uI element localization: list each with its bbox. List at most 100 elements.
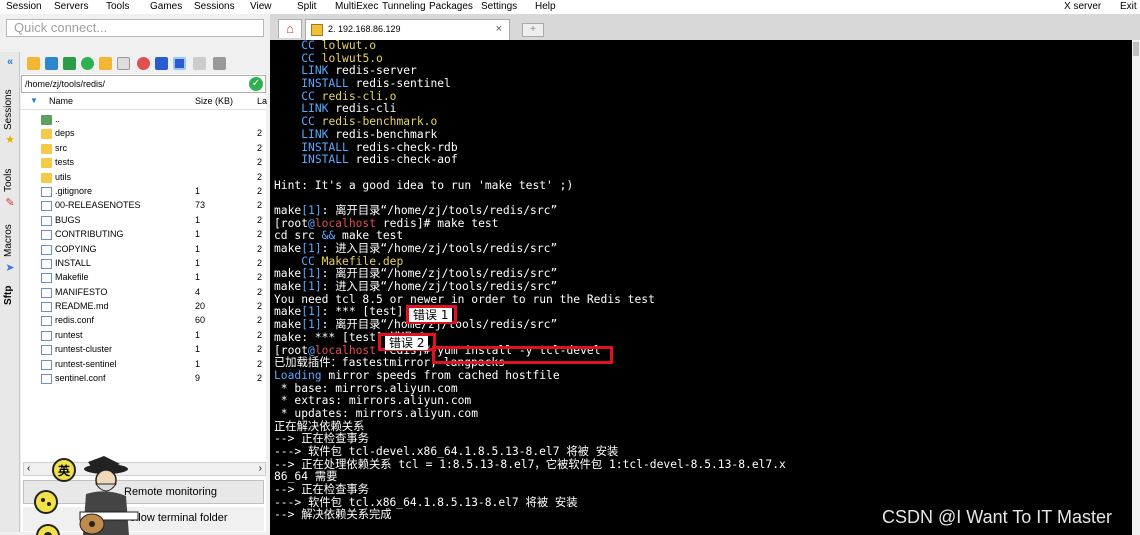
upload-icon[interactable] <box>63 57 76 70</box>
menu-games[interactable]: Games <box>150 1 182 12</box>
menu-sessions[interactable]: Sessions <box>194 1 235 12</box>
settings-icon[interactable] <box>213 57 226 70</box>
menu-servers[interactable]: Servers <box>54 1 88 12</box>
collapse-icon[interactable]: « <box>4 56 16 68</box>
menu-tunneling[interactable]: Tunneling <box>382 1 426 12</box>
file-name: MANIFESTO <box>55 286 108 297</box>
terminal-text: @ <box>308 343 315 357</box>
file-size: 1 <box>195 185 201 196</box>
file-name: redis.conf <box>55 315 95 326</box>
file-row[interactable]: Makefile 1 2 <box>21 271 266 285</box>
file-icon <box>41 359 52 370</box>
file-row[interactable]: .gitignore 1 2 <box>21 185 266 199</box>
terminal-scrollbar[interactable] <box>1132 40 1140 535</box>
check-icon[interactable]: ✓ <box>249 77 263 91</box>
file-row[interactable]: runtest-cluster 1 2 <box>21 343 266 357</box>
terminal-text: : 离开目录“/home/zj/tools/redis/src” <box>321 203 558 217</box>
hidden-files-icon[interactable] <box>173 57 186 70</box>
file-row[interactable]: README.md 20 2 <box>21 300 266 314</box>
terminal-text: redis]# make test <box>376 216 499 230</box>
permissions-icon[interactable] <box>193 57 206 70</box>
file-row[interactable]: 00-RELEASENOTES 73 2 <box>21 199 266 213</box>
terminal-text: : 离开目录“/home/zj/tools/redis/src” <box>321 267 558 281</box>
file-size: 9 <box>195 373 201 384</box>
refresh-icon[interactable] <box>81 57 94 70</box>
path-field[interactable]: /home/zj/tools/redis/ ✓ <box>21 75 266 93</box>
tab-macros[interactable]: Macros <box>3 224 14 257</box>
new-tab-button[interactable]: + <box>522 23 544 37</box>
terminal-text: lolwut5.o <box>321 51 383 65</box>
col-size[interactable]: Size (KB) <box>195 96 233 106</box>
terminal-output[interactable]: CC lolwut.o CC lolwut5.o LINK redis-serv… <box>270 40 1132 535</box>
file-row[interactable]: COPYING 1 2 <box>21 243 266 257</box>
col-name[interactable]: Name <box>49 96 73 106</box>
file-row[interactable]: .. <box>21 113 266 127</box>
rename-icon[interactable] <box>155 57 168 70</box>
menu-multiexec[interactable]: MultiExec <box>335 1 378 12</box>
tab-sftp[interactable]: Sftp <box>3 286 14 305</box>
file-size: 1 <box>195 257 201 268</box>
terminal-text: make <box>274 203 302 217</box>
file-row[interactable]: runtest-sentinel 1 2 <box>21 358 266 372</box>
terminal-text: CC <box>301 89 315 103</box>
new-file-icon[interactable] <box>117 57 130 70</box>
terminal-text: [1] <box>301 203 322 217</box>
terminal-text: You need tcl 8.5 or newer in order to ru… <box>274 292 655 306</box>
open-folder-icon[interactable] <box>27 57 40 70</box>
delete-icon[interactable] <box>137 57 150 70</box>
terminal-text: redis-cli <box>328 102 397 116</box>
terminal-text: redis-server <box>328 64 417 78</box>
file-icon <box>41 201 52 212</box>
file-name: .gitignore <box>55 185 93 196</box>
file-last-modified: 2 <box>257 301 263 312</box>
col-last-modified[interactable]: La <box>257 96 267 106</box>
file-row[interactable]: sentinel.conf 9 2 <box>21 372 266 386</box>
terminal-text: make <box>274 242 302 255</box>
quick-connect-input[interactable]: Quick connect... <box>6 19 264 37</box>
file-row[interactable]: redis.conf 60 2 <box>21 314 266 328</box>
tab-sessions[interactable]: Sessions <box>3 89 14 130</box>
menu-packages[interactable]: Packages <box>429 1 473 12</box>
terminal-text: * extras: mirrors.aliyun.com <box>274 394 472 408</box>
scroll-right-icon[interactable]: › <box>259 463 262 474</box>
new-folder-icon[interactable] <box>99 57 112 70</box>
menu-view[interactable]: View <box>250 1 272 12</box>
file-row[interactable]: deps 2 <box>21 127 266 141</box>
file-row[interactable]: runtest 1 2 <box>21 329 266 343</box>
menu-split[interactable]: Split <box>297 1 316 12</box>
file-name: deps <box>55 128 75 139</box>
tab-tools[interactable]: Tools <box>3 169 14 192</box>
menu-session[interactable]: Session <box>6 1 42 12</box>
file-row[interactable]: INSTALL 1 2 <box>21 257 266 271</box>
session-tab-bar: ⌂ 2. 192.168.86.129 × + <box>270 14 1140 40</box>
file-size: 1 <box>195 229 201 240</box>
file-row[interactable]: MANIFESTO 4 2 <box>21 286 266 300</box>
terminal-line: 正在解决依赖关系 <box>270 420 1132 434</box>
terminal-text: 86_64 需要 <box>274 470 338 484</box>
file-row[interactable]: CONTRIBUTING 1 2 <box>21 228 266 242</box>
file-name: runtest-cluster <box>55 344 113 355</box>
file-row[interactable]: BUGS 1 2 <box>21 214 266 228</box>
menu-settings[interactable]: Settings <box>481 1 517 12</box>
menu-help[interactable]: Help <box>535 1 556 12</box>
file-row[interactable]: src 2 <box>21 142 266 156</box>
file-icon <box>41 230 52 241</box>
close-tab-icon[interactable]: × <box>496 20 502 39</box>
terminal-line: --> 正在处理依赖关系 tcl = 1:8.5.13-8.el7，它被软件包 … <box>270 458 1132 472</box>
scroll-thumb[interactable] <box>1133 42 1139 56</box>
download-icon[interactable] <box>45 57 58 70</box>
terminal-line: Hint: It's a good idea to run 'make test… <box>270 179 1132 193</box>
terminal-text: make <box>274 280 302 294</box>
menu-tools[interactable]: Tools <box>106 1 129 12</box>
menu-exit[interactable]: Exit <box>1120 1 1137 12</box>
file-row[interactable]: tests 2 <box>21 156 266 170</box>
home-tab[interactable]: ⌂ <box>278 19 302 38</box>
tab-session-2[interactable]: 2. 192.168.86.129 × <box>305 19 510 40</box>
file-last-modified: 2 <box>257 257 263 268</box>
menu-xserver[interactable]: X server <box>1064 1 1101 12</box>
file-row[interactable]: utils 2 <box>21 171 266 185</box>
folder-icon <box>41 158 52 169</box>
